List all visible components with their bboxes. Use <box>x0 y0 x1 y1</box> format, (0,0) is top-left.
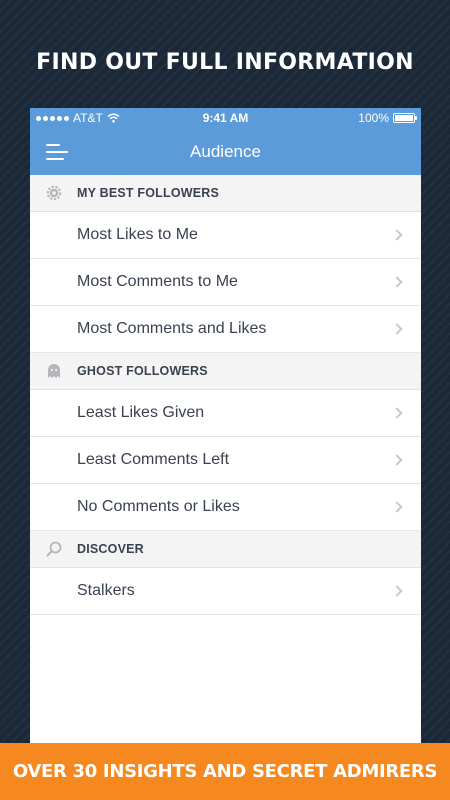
list-item-label: Most Comments and Likes <box>77 320 267 337</box>
section-icon-wrap <box>30 184 77 202</box>
promo-headline: FIND OUT FULL INFORMATION <box>36 50 414 75</box>
hamburger-menu-icon[interactable] <box>46 144 68 160</box>
section-header-discover: DISCOVER <box>30 531 421 568</box>
chevron-right-icon <box>391 276 403 288</box>
list-item-most-comments[interactable]: Most Comments to Me <box>30 259 421 306</box>
promo-banner: OVER 30 INSIGHTS AND SECRET ADMIRERS <box>0 743 450 800</box>
section-header-best-followers: MY BEST FOLLOWERS <box>30 175 421 212</box>
phone-screen: AT&T 9:41 AM 100% Audience MY BEST FOLLO… <box>30 108 421 748</box>
signal-dots-icon <box>36 115 69 121</box>
list-item-least-likes[interactable]: Least Likes Given <box>30 390 421 437</box>
promo-banner-text: OVER 30 INSIGHTS AND SECRET ADMIRERS <box>12 761 438 782</box>
chevron-right-icon <box>391 501 403 513</box>
carrier-label: AT&T <box>73 111 103 125</box>
chevron-right-icon <box>391 229 403 241</box>
section-title: MY BEST FOLLOWERS <box>77 186 220 200</box>
list-item-label: Most Comments to Me <box>77 273 238 290</box>
battery-percent: 100% <box>358 111 389 125</box>
status-right: 100% <box>358 111 417 125</box>
section-icon-wrap <box>30 363 77 379</box>
list-item-most-comments-and-likes[interactable]: Most Comments and Likes <box>30 306 421 353</box>
status-bar: AT&T 9:41 AM 100% <box>30 108 421 128</box>
list-item-label: Most Likes to Me <box>77 226 198 243</box>
section-header-ghost-followers: GHOST FOLLOWERS <box>30 353 421 390</box>
battery-fill <box>395 115 413 121</box>
gear-icon <box>46 185 61 201</box>
chevron-right-icon <box>391 454 403 466</box>
chevron-right-icon <box>391 585 403 597</box>
list-item-no-comments-or-likes[interactable]: No Comments or Likes <box>30 484 421 531</box>
chevron-right-icon <box>391 407 403 419</box>
list-item-least-comments[interactable]: Least Comments Left <box>30 437 421 484</box>
list-item-stalkers[interactable]: Stalkers <box>30 568 421 615</box>
nav-bar: Audience <box>30 128 421 175</box>
section-title: DISCOVER <box>77 542 144 556</box>
battery-icon <box>393 113 417 123</box>
search-icon <box>46 541 61 557</box>
wifi-icon <box>107 113 120 123</box>
status-left: AT&T <box>36 111 120 125</box>
section-title: GHOST FOLLOWERS <box>77 364 208 378</box>
list-item-label: No Comments or Likes <box>77 498 240 515</box>
list-item-label: Least Comments Left <box>77 451 230 468</box>
list-item-most-likes[interactable]: Most Likes to Me <box>30 212 421 259</box>
list-item-label: Stalkers <box>77 582 135 599</box>
chevron-right-icon <box>391 323 403 335</box>
section-icon-wrap <box>30 541 77 557</box>
ghost-icon <box>47 364 60 378</box>
nav-title: Audience <box>190 141 261 161</box>
list-item-label: Least Likes Given <box>77 404 205 421</box>
